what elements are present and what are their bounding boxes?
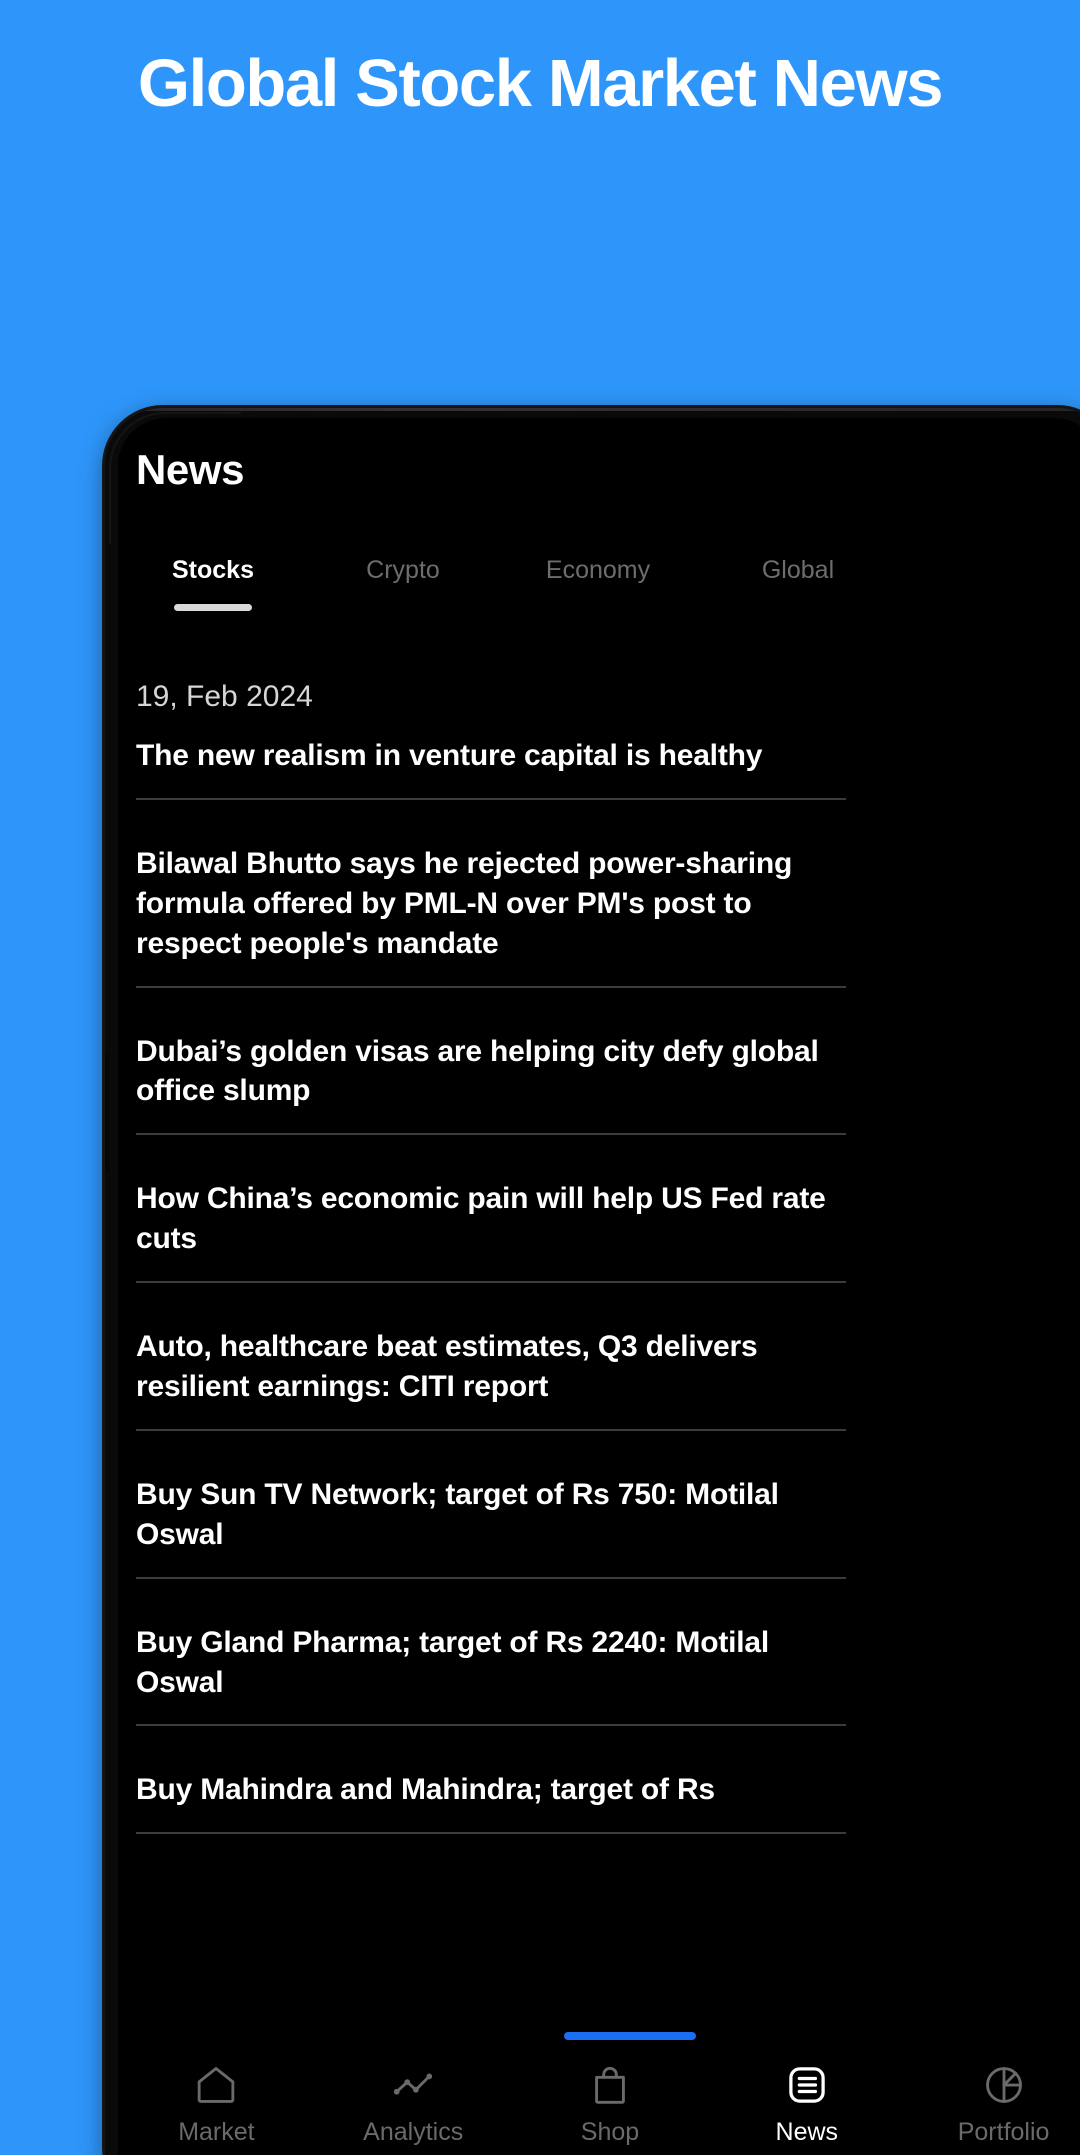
- news-headline: Auto, healthcare beat estimates, Q3 deli…: [136, 1330, 758, 1404]
- news-list-item[interactable]: Auto, healthcare beat estimates, Q3 deli…: [136, 1327, 846, 1431]
- tab-crypto[interactable]: Crypto: [308, 556, 498, 585]
- news-headline: Buy Sun TV Network; target of Rs 750: Mo…: [136, 1477, 779, 1551]
- news-date-label: 19, Feb 2024: [136, 680, 313, 713]
- tab-economy-label: Economy: [545, 556, 651, 584]
- tab-stocks-label: Stocks: [172, 556, 254, 584]
- bottom-navigation-bar: Market Analytics Shop News Portfolio: [118, 2032, 1080, 2155]
- news-headline: How China’s economic pain will help US F…: [136, 1182, 826, 1256]
- nav-item-news[interactable]: News: [708, 2062, 905, 2145]
- news-headline: Bilawal Bhutto says he rejected power-sh…: [136, 846, 793, 960]
- page-title: News: [136, 446, 245, 493]
- scroll-position-indicator: [564, 2032, 696, 2040]
- news-list-item[interactable]: Dubai’s golden visas are helping city de…: [136, 1032, 846, 1136]
- nav-item-analytics[interactable]: Analytics: [315, 2062, 512, 2145]
- tab-stocks[interactable]: Stocks: [118, 556, 308, 611]
- nav-label-news: News: [775, 2118, 839, 2146]
- news-list-item[interactable]: How China’s economic pain will help US F…: [136, 1179, 846, 1284]
- news-headline: The new realism in venture capital is he…: [136, 739, 763, 772]
- volume-button[interactable]: [105, 1053, 110, 1171]
- phone-device-frame: News Stocks Crypto Economy Global 19, Fe…: [105, 408, 1080, 2155]
- category-tab-bar: Stocks Crypto Economy Global: [118, 556, 1080, 630]
- nav-label-shop: Shop: [580, 2118, 640, 2146]
- tab-active-indicator: [174, 604, 252, 611]
- tab-global-label: Global: [761, 556, 835, 584]
- article-list-icon: [784, 2062, 830, 2108]
- news-list-item[interactable]: Buy Gland Pharma; target of Rs 2240: Mot…: [136, 1623, 846, 1727]
- promo-banner: Global Stock Market News: [0, 0, 1080, 140]
- tab-global[interactable]: Global: [698, 556, 898, 585]
- shopping-bag-icon: [587, 2062, 633, 2108]
- news-list-item[interactable]: The new realism in venture capital is he…: [136, 736, 846, 800]
- nav-item-shop[interactable]: Shop: [512, 2062, 709, 2145]
- news-list: The new realism in venture capital is he…: [136, 736, 846, 1878]
- tab-economy[interactable]: Economy: [498, 556, 698, 585]
- news-list-item[interactable]: Bilawal Bhutto says he rejected power-sh…: [136, 844, 846, 988]
- promo-title: Global Stock Market News: [137, 45, 944, 121]
- tab-crypto-label: Crypto: [366, 556, 440, 584]
- news-list-item[interactable]: Buy Sun TV Network; target of Rs 750: Mo…: [136, 1475, 846, 1579]
- home-icon: [193, 2062, 239, 2108]
- phone-screen: News Stocks Crypto Economy Global 19, Fe…: [118, 418, 1080, 2155]
- pie-chart-icon: [981, 2062, 1027, 2108]
- nav-label-analytics: Analytics: [363, 2118, 464, 2146]
- line-chart-icon: [390, 2062, 436, 2108]
- nav-label-portfolio: Portfolio: [957, 2118, 1050, 2146]
- news-headline: Buy Gland Pharma; target of Rs 2240: Mot…: [136, 1625, 770, 1699]
- nav-item-market[interactable]: Market: [118, 2062, 315, 2145]
- nav-label-market: Market: [178, 2118, 255, 2146]
- news-headline: Dubai’s golden visas are helping city de…: [136, 1034, 819, 1108]
- nav-item-portfolio[interactable]: Portfolio: [905, 2062, 1080, 2145]
- news-list-item[interactable]: Buy Mahindra and Mahindra; target of Rs: [136, 1770, 846, 1835]
- news-headline: Buy Mahindra and Mahindra; target of Rs: [136, 1773, 715, 1807]
